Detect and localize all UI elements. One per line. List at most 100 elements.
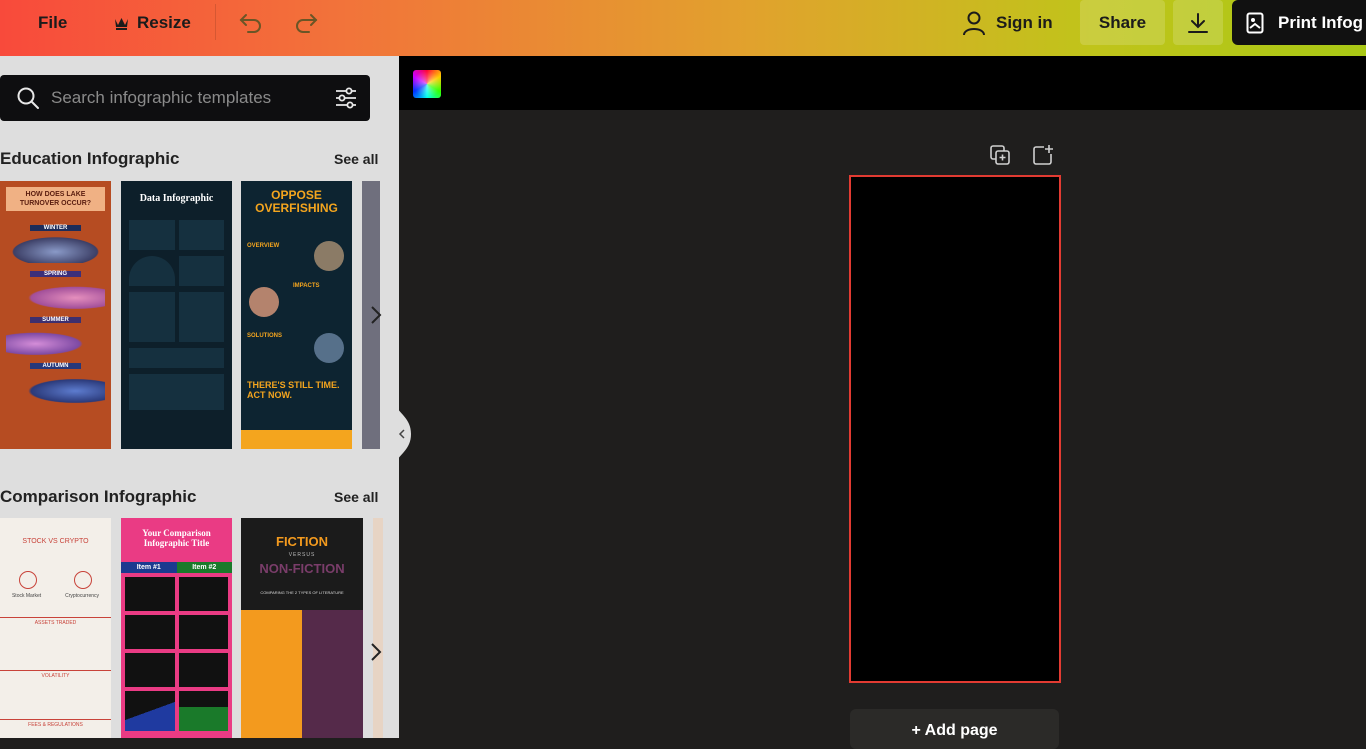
- chevron-right-icon: [371, 643, 382, 661]
- thumbnail-footer: [241, 430, 352, 449]
- top-bar: File Resize Sign in Share Print Infog: [0, 0, 1366, 56]
- comparison-scroll-right-button[interactable]: [366, 642, 386, 662]
- search-bar[interactable]: Search infographic templates: [0, 75, 370, 121]
- thumbnail-row: [125, 691, 228, 731]
- add-page-icon[interactable]: [1031, 143, 1055, 167]
- design-page-canvas[interactable]: [849, 175, 1061, 683]
- thumbnail-illustration: [6, 373, 105, 403]
- thumbnail-label: Stock Market: [11, 593, 42, 599]
- thumbnail-panel: [178, 653, 228, 687]
- template-thumbnail-data-infographic[interactable]: Data Infographic: [121, 181, 232, 449]
- education-scroll-right-button[interactable]: [366, 305, 386, 325]
- thumbnail-row: [125, 577, 228, 611]
- file-menu-button[interactable]: File: [38, 0, 67, 46]
- template-thumbnail-stock-vs-crypto[interactable]: STOCK VS CRYPTO Stock Market Cryptocurre…: [0, 518, 111, 738]
- thumbnail-panel: [129, 374, 224, 410]
- thumbnail-panel: [129, 348, 224, 368]
- download-button[interactable]: [1173, 0, 1223, 45]
- thumbnail-panel: [302, 610, 363, 738]
- search-input[interactable]: Search infographic templates: [51, 88, 271, 108]
- thumbnail-panel: [125, 577, 175, 611]
- thumbnail-panel: [125, 653, 175, 687]
- editor-toolbar: [399, 56, 1366, 110]
- thumbnail-panel: [241, 610, 302, 738]
- thumbnail-heading: THERE'S STILL TIME. ACT NOW.: [247, 380, 340, 400]
- thumbnail-title: STOCK VS CRYPTO: [22, 538, 89, 545]
- thumbnail-icon: [74, 571, 93, 589]
- toolbar-divider: [215, 4, 216, 40]
- color-picker-swatch[interactable]: [413, 70, 441, 98]
- thumbnail-label: Item #1: [121, 562, 177, 573]
- thumbnail-panel: [178, 615, 228, 649]
- thumbnail-title: FICTION: [276, 534, 328, 549]
- share-button[interactable]: Share: [1080, 0, 1165, 45]
- duplicate-page-icon[interactable]: [988, 143, 1012, 167]
- thumbnail-label: Cryptocurrency: [65, 593, 100, 599]
- thumbnail-photo: [314, 333, 344, 363]
- template-thumbnail-your-comparison[interactable]: Your Comparison Infographic Title Item #…: [121, 518, 232, 738]
- share-label: Share: [1098, 12, 1147, 32]
- thumbnail-panel: [178, 220, 224, 250]
- thumbnail-panel: [178, 292, 224, 342]
- thumbnail-columns: [241, 610, 363, 738]
- thumbnail-chart: [125, 691, 175, 731]
- thumbnail-panel: [129, 292, 175, 342]
- see-all-education-link[interactable]: See all: [334, 151, 378, 167]
- thumbnail-title: Your Comparison Infographic Title: [142, 528, 211, 548]
- template-thumbnail-lake-turnover[interactable]: HOW DOES LAKE TURNOVER OCCUR? WINTER SPR…: [0, 181, 111, 449]
- thumbnail-panel: [125, 615, 175, 649]
- chevron-right-icon: [371, 306, 382, 324]
- sign-in-label: Sign in: [996, 13, 1053, 32]
- thumbnail-heading: SOLUTIONS: [247, 333, 283, 339]
- template-thumbnail-oppose-overfishing[interactable]: OPPOSE OVERFISHING OVERVIEW IMPACTS SOLU…: [241, 181, 352, 449]
- thumbnail-season-label: SPRING: [30, 271, 81, 277]
- thumbnail-label: Item #2: [176, 562, 232, 573]
- see-all-comparison-link[interactable]: See all: [334, 489, 378, 505]
- download-icon: [1188, 12, 1208, 33]
- thumbnail-label: COMPARING THE 2 TYPES OF LITERATURE: [260, 590, 344, 595]
- file-label: File: [38, 13, 68, 32]
- add-page-button[interactable]: + Add page: [850, 709, 1059, 749]
- section-title-education: Education Infographic: [0, 149, 180, 168]
- thumbnail-icon: [18, 571, 37, 589]
- thumbnail-photo: [314, 241, 344, 271]
- crown-icon: [115, 18, 128, 30]
- resize-button[interactable]: Resize: [114, 0, 191, 46]
- thumbnail-panel: [129, 220, 175, 250]
- thumbnail-header-row: Item #1 Item #2: [121, 562, 232, 573]
- filter-icon[interactable]: [334, 86, 358, 110]
- resize-label: Resize: [137, 13, 191, 32]
- sign-in-button[interactable]: Sign in: [962, 0, 1053, 46]
- user-icon: [963, 11, 985, 36]
- thumbnail-gauge: [129, 256, 175, 286]
- print-infographic-button[interactable]: Print Infog: [1232, 0, 1366, 45]
- collapse-panel-handle[interactable]: [395, 404, 411, 464]
- undo-button[interactable]: [238, 0, 264, 46]
- template-thumbnail-fiction-vs-nonfiction[interactable]: FICTION VERSUS NON-FICTION COMPARING THE…: [241, 518, 363, 738]
- template-thumbnail-partial[interactable]: [373, 518, 383, 738]
- thumbnail-heading: ASSETS TRADED: [0, 617, 111, 626]
- thumbnail-panel: [178, 577, 228, 611]
- thumbnail-heading: VOLATILITY: [0, 670, 111, 679]
- redo-button[interactable]: [293, 0, 319, 46]
- thumbnail-season-label: WINTER: [30, 225, 81, 231]
- thumbnail-heading: FEES & REGULATIONS: [0, 719, 111, 728]
- thumbnail-heading: IMPACTS: [293, 283, 320, 289]
- thumbnail-illustration: [6, 327, 105, 355]
- print-icon: [1246, 12, 1264, 33]
- thumbnail-title: HOW DOES LAKE TURNOVER OCCUR?: [6, 187, 105, 211]
- thumbnail-illustration: [6, 235, 105, 263]
- search-icon: [17, 87, 39, 109]
- thumbnail-label: NON-FICTION: [259, 561, 345, 576]
- thumbnail-label: VERSUS: [288, 552, 316, 558]
- thumbnail-illustration: [6, 281, 105, 309]
- thumbnail-icons-row: [0, 571, 111, 589]
- thumbnail-chart: [178, 691, 228, 731]
- thumbnail-row: [129, 220, 224, 250]
- thumbnail-icon-labels: Stock Market Cryptocurrency: [0, 593, 111, 599]
- thumbnail-row: [129, 256, 224, 286]
- thumbnail-title: Data Infographic: [139, 193, 214, 204]
- thumbnail-season-label: SUMMER: [30, 317, 81, 323]
- undo-icon: [239, 14, 261, 33]
- thumbnail-panel: [178, 256, 224, 286]
